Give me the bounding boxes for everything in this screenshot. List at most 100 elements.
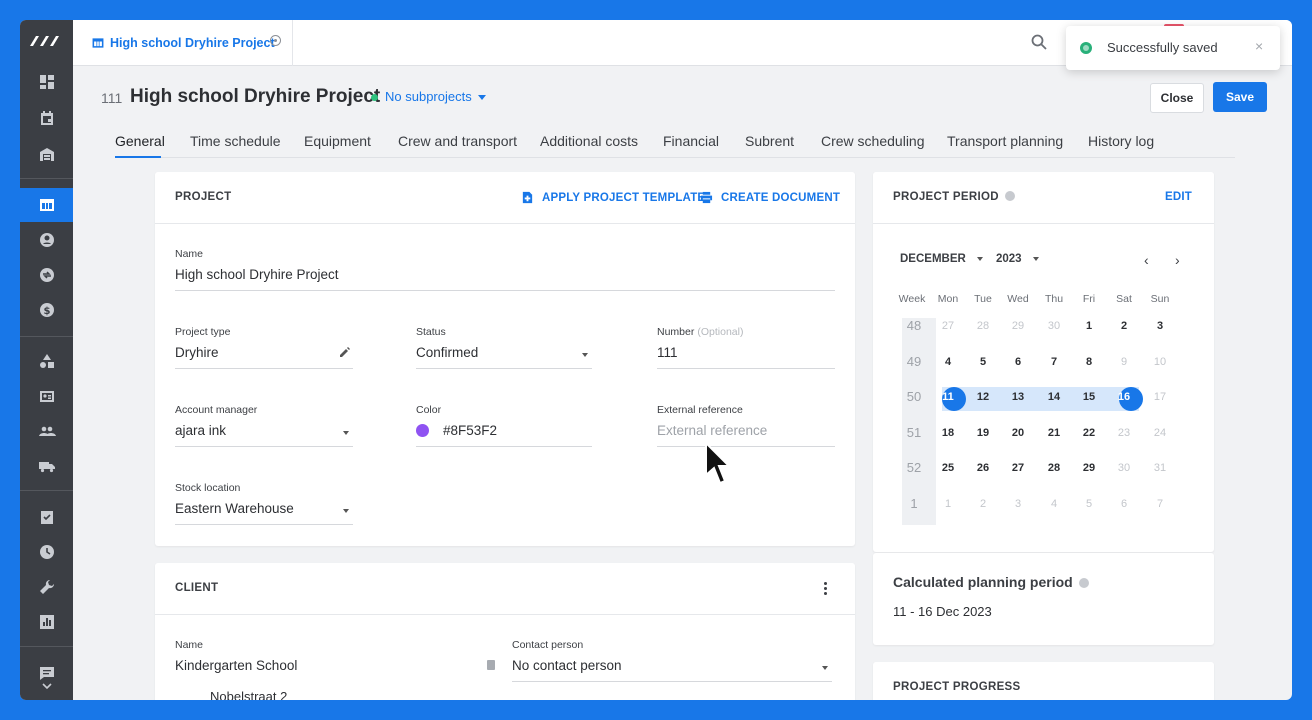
sidebar-item-crew[interactable]	[20, 379, 73, 413]
edit-period-button[interactable]: EDIT	[1165, 191, 1192, 203]
calendar-day[interactable]: 27	[1003, 462, 1033, 474]
calendar-day[interactable]: 27	[933, 320, 963, 332]
tab-additional-costs[interactable]: Additional costs	[540, 133, 638, 149]
sidebar-item-warehouse[interactable]	[20, 137, 73, 171]
number-input[interactable]: 111	[657, 345, 835, 369]
calendar-day[interactable]: 1	[1074, 320, 1104, 332]
create-document-button[interactable]: CREATE DOCUMENT	[700, 191, 840, 204]
close-button[interactable]: Close	[1150, 83, 1204, 113]
calendar-day[interactable]: 23	[1109, 427, 1139, 439]
calendar-day[interactable]: 19	[968, 427, 998, 439]
calendar-day[interactable]: 18	[933, 427, 963, 439]
sidebar-item-calendar[interactable]	[20, 101, 73, 135]
prev-month-chevron-icon[interactable]: ‹	[1144, 252, 1149, 268]
calendar-day[interactable]: 6	[1003, 356, 1033, 368]
tab-general[interactable]: General	[115, 133, 165, 149]
calendar-day[interactable]: 2	[1109, 320, 1139, 332]
sidebar-item-dashboard[interactable]	[20, 65, 73, 99]
info-icon[interactable]	[1078, 578, 1089, 588]
sidebar-item-maintenance[interactable]	[20, 570, 73, 604]
calendar-day[interactable]: 8	[1074, 356, 1104, 368]
logo-icon[interactable]	[28, 32, 64, 50]
month-select[interactable]: DECEMBER	[900, 253, 984, 265]
sidebar-item-projects[interactable]	[20, 188, 73, 222]
year-select[interactable]: 2023	[996, 253, 1039, 265]
search-icon[interactable]	[1030, 33, 1048, 51]
sidebar-item-tasks[interactable]	[20, 500, 73, 534]
calendar-day[interactable]: 3	[1145, 320, 1175, 332]
stock-location-select[interactable]: Eastern Warehouse	[175, 501, 353, 525]
tab-crew-scheduling[interactable]: Crew scheduling	[821, 133, 925, 149]
tab-subrent[interactable]: Subrent	[745, 133, 794, 149]
calendar-day[interactable]: 11	[933, 391, 963, 403]
tab-crew-and-transport[interactable]: Crew and transport	[398, 133, 517, 149]
external-reference-input[interactable]: External reference	[657, 423, 835, 447]
document-tab[interactable]: High school Dryhire Project	[73, 20, 293, 66]
pencil-icon[interactable]	[339, 346, 351, 358]
apply-template-button[interactable]: APPLY PROJECT TEMPLATE	[521, 191, 705, 204]
tab-transport-planning[interactable]: Transport planning	[947, 133, 1063, 149]
sidebar-item-sync[interactable]	[20, 258, 73, 292]
calendar-day[interactable]: 6	[1109, 498, 1139, 510]
next-month-chevron-icon[interactable]: ›	[1175, 252, 1180, 268]
calendar-day[interactable]: 30	[1109, 462, 1139, 474]
sidebar-item-contacts[interactable]	[20, 223, 73, 257]
calendar-day[interactable]: 20	[1003, 427, 1033, 439]
calendar-day[interactable]: 16	[1109, 391, 1139, 403]
stock-location-label: Stock location	[175, 482, 241, 494]
calendar-day[interactable]: 29	[1074, 462, 1104, 474]
calendar-day[interactable]: 14	[1039, 391, 1069, 403]
color-swatch[interactable]	[416, 424, 429, 437]
calendar-day[interactable]: 4	[1039, 498, 1069, 510]
sidebar-item-time[interactable]	[20, 535, 73, 569]
sidebar-item-transport[interactable]	[20, 449, 73, 483]
calendar-day[interactable]: 31	[1145, 462, 1175, 474]
calendar-day[interactable]: 24	[1145, 427, 1175, 439]
calendar-day[interactable]: 7	[1145, 498, 1175, 510]
status-select[interactable]: Confirmed	[416, 345, 592, 369]
tab-financial[interactable]: Financial	[663, 133, 719, 149]
subprojects-dropdown[interactable]: No subprojects	[385, 89, 486, 104]
tab-equipment[interactable]: Equipment	[304, 133, 371, 149]
calendar-day[interactable]: 5	[968, 356, 998, 368]
tab-history-log[interactable]: History log	[1088, 133, 1154, 149]
more-options-icon[interactable]	[824, 582, 828, 596]
calendar-day[interactable]: 4	[933, 356, 963, 368]
calendar-day[interactable]: 12	[968, 391, 998, 403]
calendar-day[interactable]: 17	[1145, 391, 1175, 403]
calendar-day[interactable]: 29	[1003, 320, 1033, 332]
calendar-day[interactable]: 26	[968, 462, 998, 474]
account-manager-select[interactable]: ajara ink	[175, 423, 353, 447]
sidebar-expand[interactable]	[20, 676, 73, 696]
calendar-day[interactable]: 5	[1074, 498, 1104, 510]
calendar-day[interactable]: 13	[1003, 391, 1033, 403]
calendar-day[interactable]: 28	[1039, 462, 1069, 474]
calendar-day[interactable]: 1	[933, 498, 963, 510]
calendar-day[interactable]: 25	[933, 462, 963, 474]
calendar-day[interactable]: 7	[1039, 356, 1069, 368]
close-tab-icon[interactable]	[270, 35, 281, 46]
toast-close-icon[interactable]: ×	[1255, 38, 1263, 54]
project-type-input[interactable]: Dryhire	[175, 345, 353, 369]
calendar-day[interactable]: 22	[1074, 427, 1104, 439]
info-icon[interactable]	[1004, 191, 1015, 201]
sidebar-item-people[interactable]	[20, 414, 73, 448]
calendar-day[interactable]: 30	[1039, 320, 1069, 332]
calendar-day[interactable]: 10	[1145, 356, 1175, 368]
calendar-day[interactable]: 2	[968, 498, 998, 510]
color-input[interactable]: #8F53F2	[416, 423, 592, 447]
trash-icon[interactable]	[487, 660, 495, 670]
save-button[interactable]: Save	[1213, 82, 1267, 112]
calendar-day[interactable]: 15	[1074, 391, 1104, 403]
calendar-day[interactable]: 21	[1039, 427, 1069, 439]
client-name-value[interactable]: Kindergarten School	[175, 658, 495, 680]
sidebar-item-inventory[interactable]	[20, 344, 73, 378]
calendar-day[interactable]: 28	[968, 320, 998, 332]
calendar-day[interactable]: 9	[1109, 356, 1139, 368]
contact-person-select[interactable]: No contact person	[512, 658, 832, 682]
name-input[interactable]: High school Dryhire Project	[175, 267, 835, 291]
calendar-day[interactable]: 3	[1003, 498, 1033, 510]
tab-time-schedule[interactable]: Time schedule	[190, 133, 281, 149]
sidebar-item-reports[interactable]	[20, 605, 73, 639]
sidebar-item-finance[interactable]: $	[20, 293, 73, 327]
